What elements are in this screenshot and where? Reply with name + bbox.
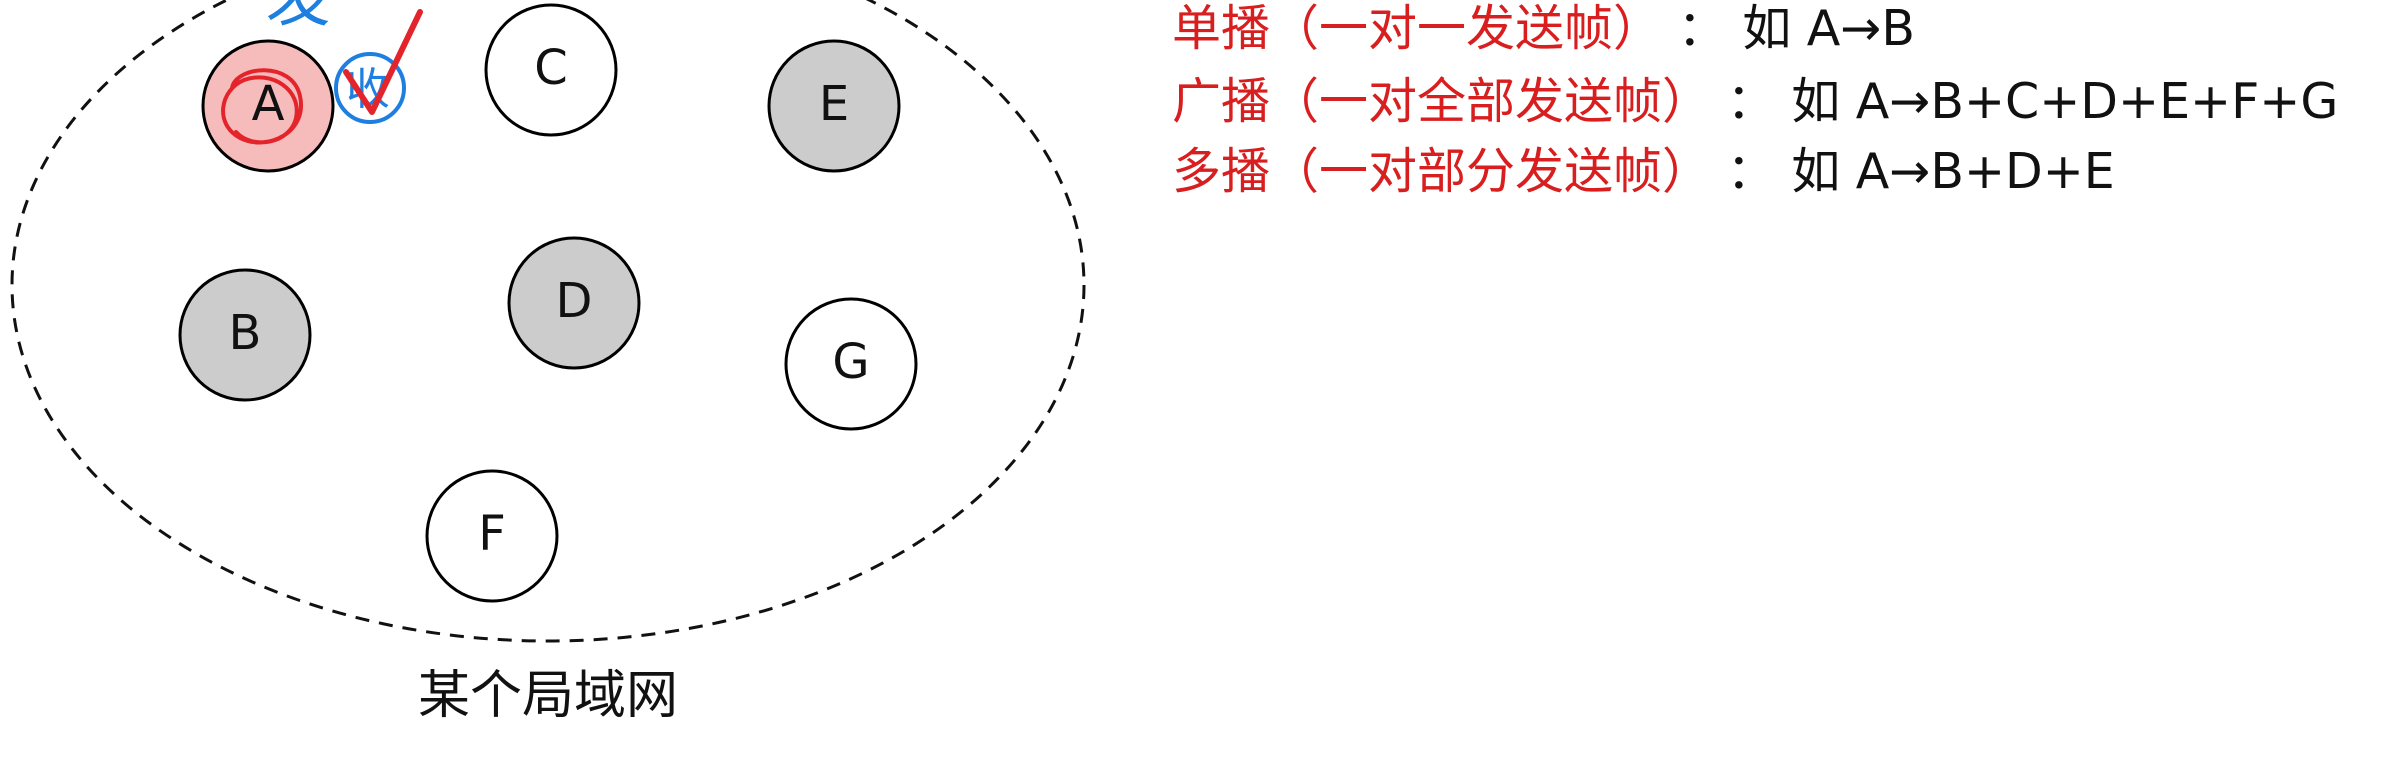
definition-multicast: 多播（一对部分发送帧） ： 如 A→B+D+E (1172, 143, 2115, 200)
definition-broadcast: 广播（一对全部发送帧） ： 如 A→B+C+D+E+F+G (1172, 73, 2338, 130)
lan-diagram-canvas: A B C D E F G 发 收 某个局域网 单播（一对一 (10, 0, 2338, 726)
handwritten-char-fa: 发 (265, 0, 337, 36)
definition-unicast-sep: ： (1678, 0, 1727, 57)
definition-multicast-sep: ： (1727, 143, 1776, 200)
node-e: E (767, 39, 901, 173)
definition-unicast: 单播（一对一发送帧） ： 如 A→B (1172, 0, 1915, 57)
definition-multicast-term: 多播（一对部分发送帧） (1172, 143, 1711, 200)
node-f-label: F (478, 506, 506, 562)
definition-unicast-term: 单播（一对一发送帧） (1172, 0, 1662, 57)
node-f: F (425, 469, 559, 603)
node-c: C (484, 3, 618, 137)
node-g: G (784, 297, 918, 431)
definition-broadcast-example: 如 A→B+C+D+E+F+G (1791, 73, 2338, 130)
lan-label: 某个局域网 (418, 666, 678, 726)
definition-broadcast-term: 广播（一对全部发送帧） (1172, 73, 1711, 130)
node-g-label: G (832, 334, 869, 390)
node-b: B (178, 268, 312, 402)
definition-broadcast-sep: ： (1727, 73, 1776, 130)
node-d: D (507, 236, 641, 370)
node-d-label: D (556, 273, 593, 329)
node-e-label: E (819, 76, 849, 132)
node-b-label: B (229, 305, 262, 361)
definitions: 单播（一对一发送帧） ： 如 A→B 广播（一对全部发送帧） ： 如 A→B+C… (1172, 0, 2338, 200)
definition-unicast-example: 如 A→B (1742, 0, 1915, 57)
definition-multicast-example: 如 A→B+D+E (1791, 143, 2115, 200)
node-c-label: C (534, 40, 568, 96)
